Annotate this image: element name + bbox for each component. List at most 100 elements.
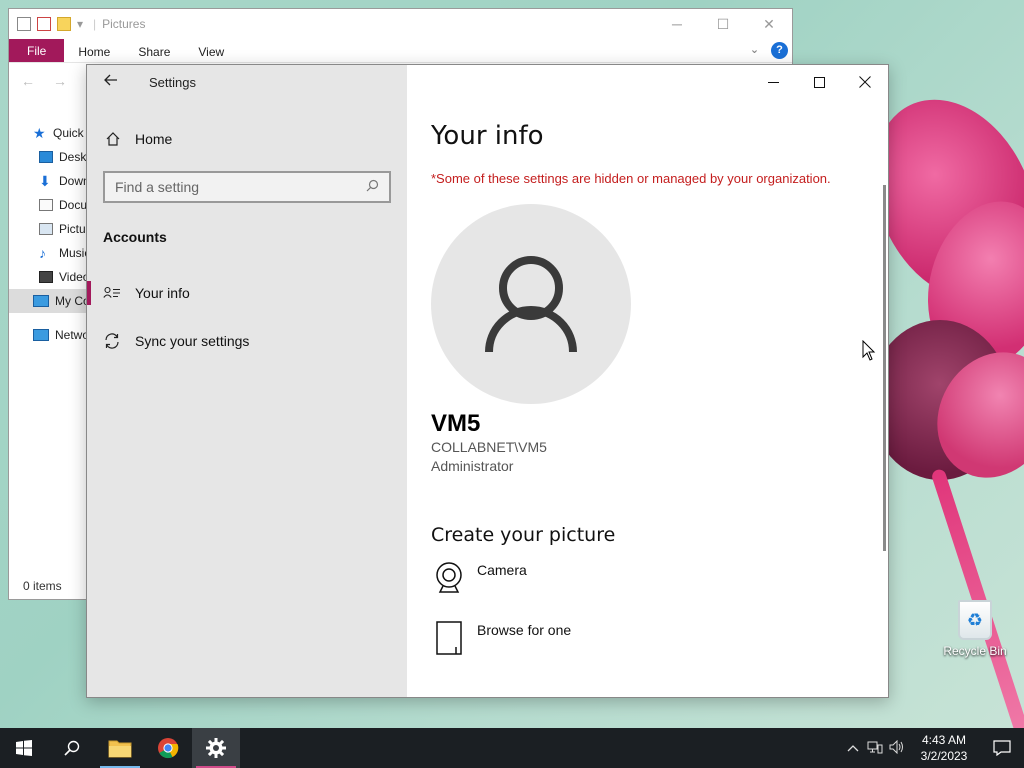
explorer-title: Pictures <box>102 17 146 31</box>
tree-item-label: Pictures <box>59 222 89 236</box>
tree-item-pictures[interactable]: Pictures <box>9 217 89 241</box>
minimize-icon <box>767 81 779 83</box>
properties-icon[interactable] <box>37 17 51 31</box>
close-button[interactable] <box>842 65 888 99</box>
user-account-role: Administrator <box>431 458 514 474</box>
taskbar: 4:43 AM 3/2/2023 <box>0 728 1024 768</box>
tree-item-label: Network <box>55 328 89 342</box>
your-info-content: Your info *Some of these settings are hi… <box>431 121 831 666</box>
user-display-name: VM5 <box>431 410 481 437</box>
system-clock[interactable]: 4:43 AM 3/2/2023 <box>908 732 980 764</box>
explorer-ribbon: File Home Share View ⌄ ? <box>9 39 792 63</box>
settings-main-pane: Your info *Some of these settings are hi… <box>407 65 888 697</box>
tree-item-quick-access[interactable]: ★ Quick access <box>9 121 89 145</box>
camera-option[interactable]: Camera <box>431 560 831 606</box>
settings-app-title: Settings <box>149 74 196 90</box>
download-icon: ⬇ <box>39 173 51 189</box>
sidebar-item-home[interactable]: Home <box>87 127 407 151</box>
explorer-app-icon[interactable] <box>17 17 31 31</box>
page-title: Your info <box>431 121 544 151</box>
tree-item-videos[interactable]: Videos <box>9 265 89 289</box>
tree-item-music[interactable]: ♪ Music <box>9 241 89 265</box>
ribbon-tab-view[interactable]: View <box>184 39 238 62</box>
sidebar-item-your-info[interactable]: Your info <box>87 269 407 317</box>
gear-icon <box>206 738 226 758</box>
tree-item-label: Desktop <box>59 150 89 164</box>
forward-arrow-icon[interactable]: → <box>53 73 67 89</box>
video-icon <box>39 271 53 283</box>
search-icon[interactable] <box>366 179 379 195</box>
taskbar-chrome[interactable] <box>144 728 192 768</box>
tree-item-documents[interactable]: Documents <box>9 193 89 217</box>
desktop-icon <box>39 151 53 163</box>
managed-by-organization-warning: *Some of these settings are hidden or ma… <box>431 171 831 186</box>
tree-item-label: Quick access <box>53 126 89 140</box>
search-button[interactable] <box>48 728 96 768</box>
browse-file-icon <box>431 620 467 656</box>
user-silhouette-icon <box>485 256 577 353</box>
customize-toolbar-chevron-icon[interactable]: ▾ <box>77 17 85 31</box>
network-icon <box>33 329 49 341</box>
search-icon <box>64 740 80 756</box>
volume-icon[interactable] <box>886 739 908 757</box>
tree-item-label: My Computer <box>55 294 89 308</box>
system-tray: 4:43 AM 3/2/2023 <box>842 728 1024 768</box>
sidebar-item-sync-your-settings[interactable]: Sync your settings <box>87 317 407 365</box>
notification-icon <box>993 740 1011 756</box>
network-status-icon[interactable] <box>864 740 886 757</box>
expand-ribbon-chevron-icon[interactable]: ⌄ <box>746 42 763 59</box>
browse-option-label: Browse for one <box>477 622 572 638</box>
tree-item-desktop[interactable]: Desktop <box>9 145 89 169</box>
minimize-button[interactable] <box>750 65 796 99</box>
tree-item-label: Videos <box>59 270 89 284</box>
ribbon-tab-file[interactable]: File <box>9 39 65 62</box>
recycle-bin-label: Recycle Bin <box>943 644 1007 658</box>
explorer-minimize-button[interactable]: ─ <box>654 16 700 33</box>
ribbon-tab-home[interactable]: Home <box>64 39 124 62</box>
explorer-close-button[interactable]: ✕ <box>746 16 792 33</box>
navigation-pane: ★ Quick access Desktop ⬇ Downloads Docum… <box>9 121 89 347</box>
sidebar-item-label: Sync your settings <box>135 333 250 349</box>
maximize-icon <box>813 76 825 88</box>
taskbar-file-explorer[interactable] <box>96 728 144 768</box>
camera-icon <box>431 560 467 596</box>
home-icon <box>106 132 120 146</box>
vertical-scrollbar[interactable] <box>883 185 886 551</box>
settings-search-box[interactable] <box>103 171 391 203</box>
windows-logo-icon <box>16 740 32 756</box>
tree-item-my-computer[interactable]: My Computer <box>9 289 89 313</box>
sidebar-item-label: Your info <box>135 285 190 301</box>
chrome-icon <box>158 738 179 759</box>
settings-window[interactable]: Settings Home Accounts Your info Sync yo… <box>86 64 889 698</box>
wallpaper-stem <box>930 467 1024 728</box>
search-input[interactable] <box>115 179 366 195</box>
clock-date: 3/2/2023 <box>920 749 968 763</box>
tree-item-network[interactable]: Network <box>9 323 89 347</box>
back-arrow-icon <box>104 74 117 86</box>
back-arrow-icon[interactable]: ← <box>21 73 35 89</box>
user-account-domain: COLLABNET\VM5 <box>431 439 547 455</box>
document-icon <box>39 199 53 211</box>
close-icon <box>859 76 871 88</box>
help-icon[interactable]: ? <box>771 42 788 59</box>
settings-sidebar: Settings Home Accounts Your info Sync yo… <box>87 65 407 697</box>
start-button[interactable] <box>0 728 48 768</box>
maximize-button[interactable] <box>796 65 842 99</box>
back-button[interactable] <box>87 73 135 91</box>
new-folder-icon[interactable] <box>57 17 71 31</box>
taskbar-settings[interactable] <box>192 728 240 768</box>
user-card-icon <box>103 284 121 302</box>
action-center-button[interactable] <box>980 740 1024 756</box>
computer-icon <box>33 295 49 307</box>
tree-item-downloads[interactable]: ⬇ Downloads <box>9 169 89 193</box>
recycle-bin-shortcut[interactable]: Recycle Bin <box>940 600 1010 658</box>
music-icon: ♪ <box>39 245 46 261</box>
tree-item-label: Music <box>59 246 89 260</box>
ribbon-tab-share[interactable]: Share <box>124 39 184 62</box>
browse-for-one-option[interactable]: Browse for one <box>431 620 831 666</box>
recycle-bin-icon <box>958 600 992 640</box>
tree-item-label: Downloads <box>59 174 89 188</box>
show-hidden-icons-chevron-icon[interactable] <box>842 741 864 755</box>
explorer-maximize-button[interactable]: ☐ <box>700 16 746 33</box>
settings-titlebar: Settings <box>87 65 407 99</box>
